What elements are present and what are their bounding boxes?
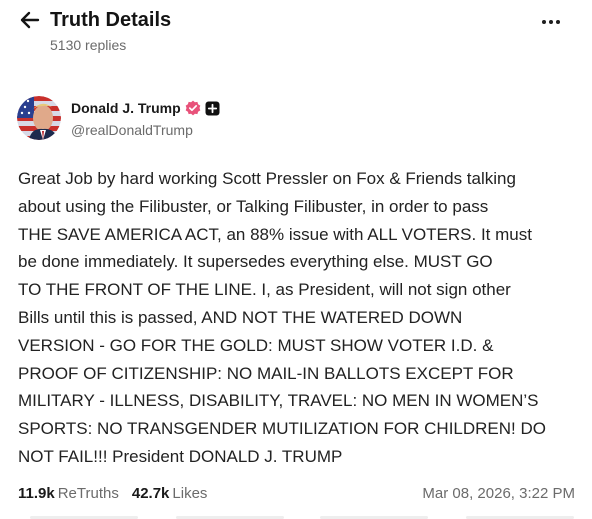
reply-count[interactable]: 5130 replies xyxy=(50,36,126,54)
likes-count[interactable]: 42.7k xyxy=(132,485,170,502)
author-handle[interactable]: @realDonaldTrump xyxy=(71,121,193,139)
post-stats: 11.9k ReTruths 42.7k Likes xyxy=(18,482,207,504)
retruths-count[interactable]: 11.9k xyxy=(18,485,55,502)
verified-badge-icon xyxy=(185,100,200,116)
action-bar-edge xyxy=(0,515,592,519)
post-timestamp: Mar 08, 2026, 3:22 PM xyxy=(422,484,575,502)
arrow-left-icon xyxy=(20,11,40,29)
post-text: Great Job by hard working Scott Pressler… xyxy=(18,169,546,466)
more-horizontal-icon xyxy=(542,20,546,24)
avatar[interactable] xyxy=(17,96,61,140)
page-title: Truth Details xyxy=(50,9,172,31)
plus-square-icon xyxy=(205,101,220,115)
likes-label[interactable]: Likes xyxy=(172,485,207,502)
back-button[interactable] xyxy=(17,8,43,32)
avatar-image xyxy=(17,96,61,140)
truth-details-page: Truth Details 5130 replies Donald J. Tru… xyxy=(0,0,592,519)
retruths-label[interactable]: ReTruths xyxy=(58,485,119,502)
page-header: Truth Details 5130 replies xyxy=(0,0,592,64)
author-row: Donald J. Trump xyxy=(71,98,220,118)
author-name[interactable]: Donald J. Trump xyxy=(71,100,181,116)
more-options-button[interactable] xyxy=(536,10,566,34)
